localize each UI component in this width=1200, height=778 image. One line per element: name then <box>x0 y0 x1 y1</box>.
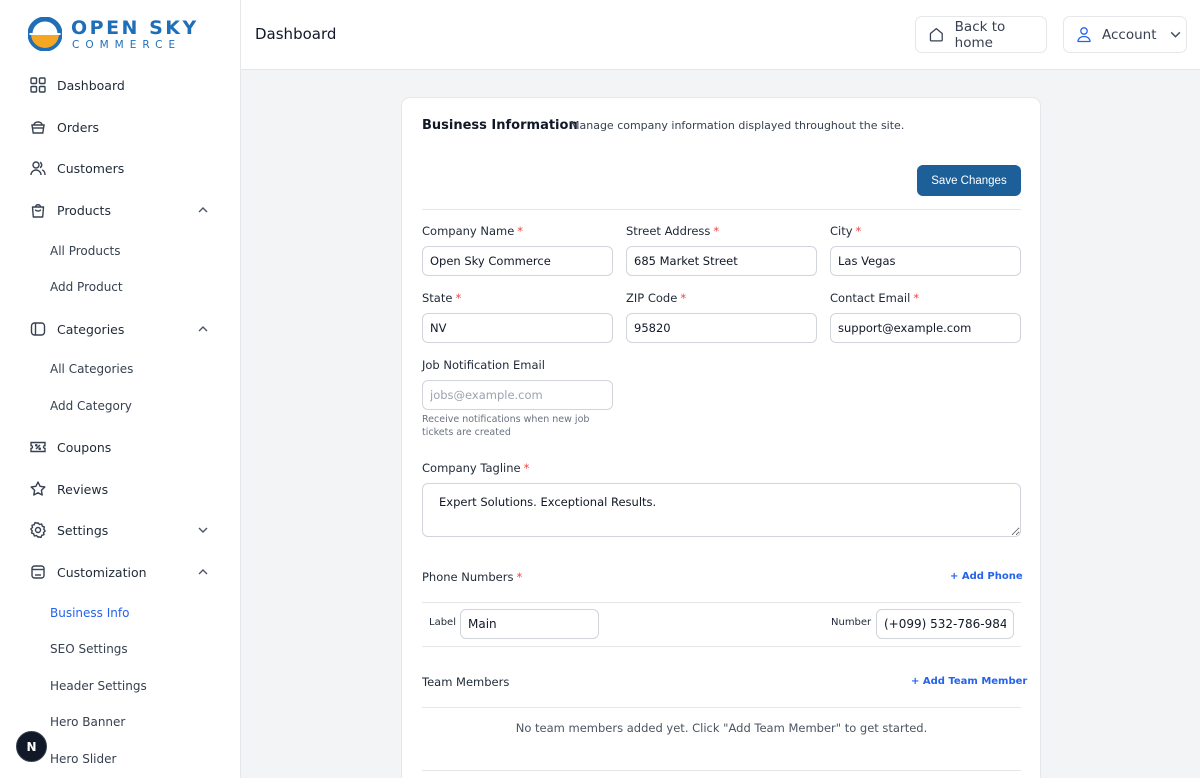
logo-sun-icon <box>28 17 62 51</box>
phone-label-field-label: Label <box>429 617 456 628</box>
back-to-home-label: Back to home <box>954 18 1006 51</box>
sidebar-item-customization[interactable]: Customization <box>28 557 213 587</box>
page-title: Dashboard <box>255 25 337 43</box>
sidebar-item-label: Orders <box>57 119 100 135</box>
divider <box>422 707 1021 708</box>
company-name-label: Company Name * <box>422 224 524 238</box>
business-info-card: Business Information Manage company info… <box>401 97 1041 778</box>
card-title: Business Information <box>422 118 578 133</box>
sidebar-item-customers[interactable]: Customers <box>28 153 213 183</box>
sidebar-item-label: Categories <box>57 321 125 337</box>
save-changes-button[interactable]: Save Changes <box>917 165 1021 196</box>
coupon-icon <box>28 437 48 457</box>
sidebar-item-label: Dashboard <box>57 77 125 93</box>
contact-email-input[interactable] <box>830 313 1021 343</box>
sidebar-item-label: Products <box>57 202 111 218</box>
sidebar-subitem-all-categories[interactable]: All Categories <box>50 357 133 381</box>
gear-icon <box>28 520 48 540</box>
state-label: State * <box>422 291 462 305</box>
company-name-input[interactable] <box>422 246 613 276</box>
sidebar-subitem-header-settings[interactable]: Header Settings <box>50 674 147 698</box>
account-menu-button[interactable]: Account <box>1063 16 1187 53</box>
tag-icon <box>28 319 48 339</box>
city-input[interactable] <box>830 246 1021 276</box>
users-icon <box>28 158 48 178</box>
zip-code-input[interactable] <box>626 313 817 343</box>
sidebar-item-settings[interactable]: Settings <box>28 515 213 545</box>
brand-name: OPEN SKY <box>71 16 199 39</box>
job-email-label: Job Notification Email <box>422 358 545 372</box>
chevron-up-icon <box>198 569 208 575</box>
chevron-down-icon <box>198 527 208 533</box>
back-to-home-button[interactable]: Back to home <box>915 16 1047 53</box>
add-phone-button[interactable]: + Add Phone <box>950 571 1023 582</box>
home-icon <box>929 27 943 42</box>
state-input[interactable] <box>422 313 613 343</box>
chevron-up-icon <box>198 326 208 332</box>
phone-numbers-title: Phone Numbers * <box>422 570 523 584</box>
brand-logo[interactable]: OPEN SKY COMMERCE <box>28 17 199 51</box>
divider <box>422 209 1021 210</box>
chevron-up-icon <box>198 207 208 213</box>
contact-email-label: Contact Email * <box>830 291 920 305</box>
sidebar-item-label: Settings <box>57 522 109 538</box>
sidebar-item-coupons[interactable]: Coupons <box>28 432 213 462</box>
account-label: Account <box>1102 26 1157 43</box>
chevron-down-icon <box>1170 31 1180 38</box>
sidebar-item-label: Coupons <box>57 439 112 455</box>
brand-subname: COMMERCE <box>72 38 182 51</box>
team-empty-message: No team members added yet. Click "Add Te… <box>515 721 928 735</box>
dashboard-grid-icon <box>28 75 48 95</box>
sidebar-subitem-business-info[interactable]: Business Info <box>50 601 129 625</box>
sidebar: OPEN SKY COMMERCE Dashboard Orders Custo… <box>0 0 241 778</box>
sidebar-subitem-hero-slider[interactable]: Hero Slider <box>50 747 116 771</box>
basket-icon <box>28 117 48 137</box>
star-badge-icon <box>28 479 48 499</box>
job-email-hint: Receive notifications when new job ticke… <box>422 414 590 438</box>
tagline-textarea[interactable]: Expert Solutions. Exceptional Results. <box>422 483 1021 537</box>
tagline-label: Company Tagline * <box>422 461 530 475</box>
divider <box>422 646 1021 647</box>
sidebar-item-label: Customers <box>57 160 125 176</box>
sidebar-subitem-hero-banner[interactable]: Hero Banner <box>50 710 125 734</box>
sidebar-subitem-all-products[interactable]: All Products <box>50 239 121 263</box>
zip-code-label: ZIP Code * <box>626 291 687 305</box>
phone-number-field-label: Number <box>831 617 872 628</box>
divider <box>422 602 1021 603</box>
sidebar-item-categories[interactable]: Categories <box>28 314 213 344</box>
street-address-input[interactable] <box>626 246 817 276</box>
card-description: Manage company information displayed thr… <box>570 119 905 132</box>
top-bar: Dashboard Back to home Account <box>241 0 1200 70</box>
team-members-title: Team Members <box>422 675 510 689</box>
sidebar-subitem-seo-settings[interactable]: SEO Settings <box>50 637 128 661</box>
palette-box-icon <box>28 562 48 582</box>
city-label: City * <box>830 224 862 238</box>
sidebar-item-reviews[interactable]: Reviews <box>28 474 213 504</box>
add-team-member-button[interactable]: + Add Team Member <box>911 676 1027 687</box>
sidebar-subitem-add-category[interactable]: Add Category <box>50 394 132 418</box>
sidebar-item-orders[interactable]: Orders <box>28 112 213 142</box>
sidebar-subitem-add-product[interactable]: Add Product <box>50 275 123 299</box>
street-address-label: Street Address * <box>626 224 720 238</box>
shopping-bag-icon <box>28 200 48 220</box>
job-email-input[interactable] <box>422 380 613 410</box>
phone-label-input[interactable] <box>460 609 599 639</box>
divider <box>422 770 1021 771</box>
dev-tools-badge[interactable]: N <box>16 731 47 762</box>
sidebar-item-label: Reviews <box>57 481 109 497</box>
sidebar-item-products[interactable]: Products <box>28 195 213 225</box>
user-icon <box>1077 27 1091 43</box>
sidebar-item-dashboard[interactable]: Dashboard <box>28 70 213 100</box>
sidebar-item-label: Customization <box>57 564 147 580</box>
phone-number-input[interactable] <box>876 609 1014 639</box>
